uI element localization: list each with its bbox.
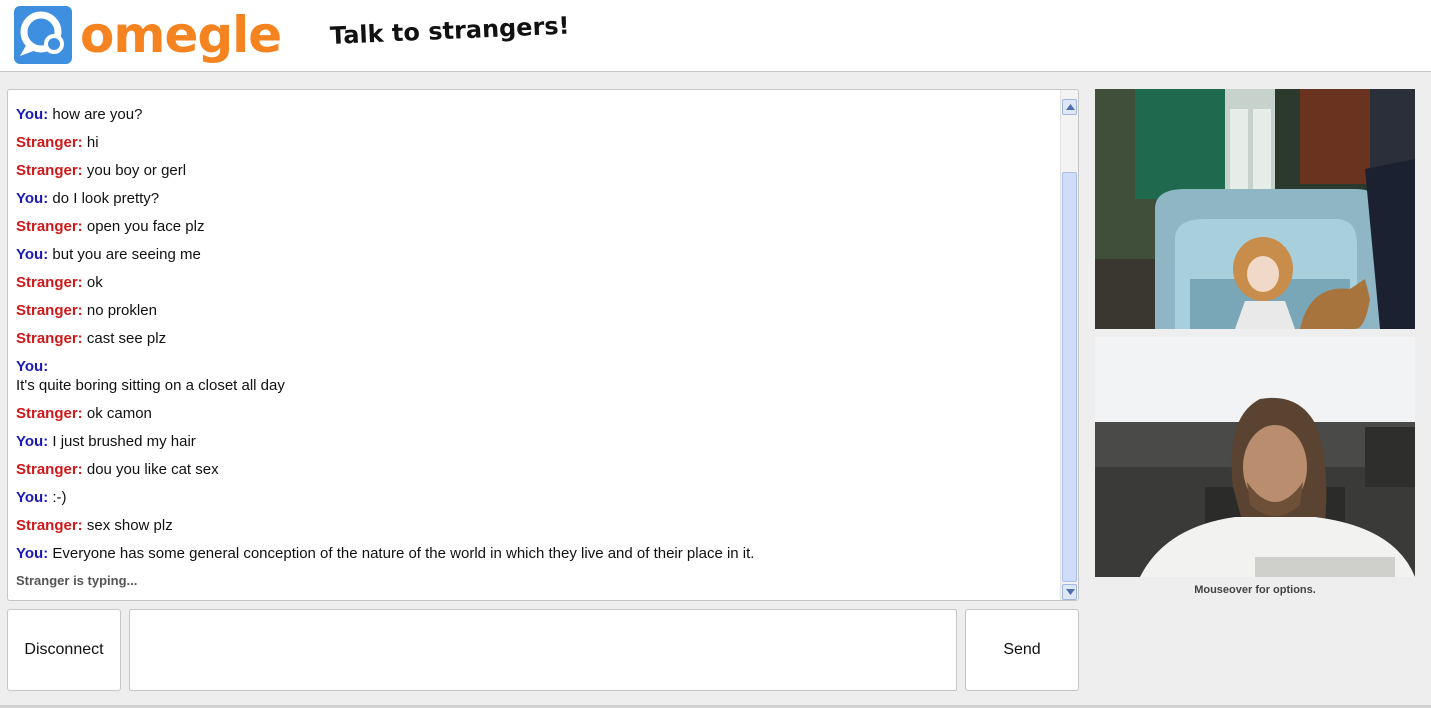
send-button[interactable]: Send	[965, 609, 1079, 691]
disconnect-button[interactable]: Disconnect	[7, 609, 121, 691]
chat-log: You: how are you? Stranger: hi Stranger: y…	[7, 89, 1079, 601]
sender-stranger-label: Stranger:	[16, 405, 83, 422]
chat-message: You: but you are seeing me	[16, 246, 1056, 264]
message-text: Everyone has some general conception of …	[52, 545, 755, 562]
header: omegle Talk to strangers!	[0, 0, 1431, 72]
sender-stranger-label: Stranger:	[16, 162, 83, 179]
message-text: no proklen	[86, 302, 157, 319]
message-text: :-)	[52, 489, 67, 506]
self-video[interactable]	[1095, 337, 1415, 577]
sender-stranger-label: Stranger:	[16, 218, 83, 235]
scroll-up-button[interactable]	[1062, 99, 1077, 115]
chat-message: Stranger: sex show plz	[16, 517, 1056, 535]
chat-message: You: :-)	[16, 489, 1056, 507]
sender-stranger-label: Stranger:	[16, 517, 83, 534]
chat-scrollbar[interactable]	[1060, 90, 1078, 600]
sender-you-label: You:	[16, 545, 49, 562]
message-text: It's quite boring sitting on a closet al…	[16, 377, 285, 394]
message-text: I just brushed my hair	[52, 433, 196, 450]
arrow-up-icon	[1066, 104, 1075, 110]
tagline: Talk to strangers!	[329, 11, 571, 50]
typing-indicator: Stranger is typing...	[16, 573, 138, 588]
chat-message: Stranger: ok camon	[16, 405, 1056, 423]
message-text: sex show plz	[86, 517, 173, 534]
sender-stranger-label: Stranger:	[16, 461, 83, 478]
scroll-down-button[interactable]	[1062, 584, 1077, 600]
sender-you-label: You:	[16, 246, 49, 263]
scroll-thumb[interactable]	[1062, 172, 1077, 582]
arrow-down-icon	[1066, 589, 1075, 595]
sender-you-label: You:	[16, 489, 49, 506]
chat-message: You: I just brushed my hair	[16, 433, 1056, 451]
logo-text: omegle	[80, 6, 282, 64]
sender-stranger-label: Stranger:	[16, 134, 83, 151]
chat-message: You: do I look pretty?	[16, 190, 1056, 208]
omegle-logo-icon	[14, 6, 72, 64]
message-text: ok	[86, 274, 103, 291]
chat-message: Stranger: hi	[16, 134, 1056, 152]
message-text: do I look pretty?	[52, 190, 160, 207]
message-text: hi	[86, 134, 99, 151]
sender-you-label: You:	[16, 106, 49, 123]
chat-message: Stranger: ok	[16, 274, 1056, 292]
chat-message: Stranger: cast see plz	[16, 330, 1056, 348]
message-text: dou you like cat sex	[86, 461, 219, 478]
chat-message: You: how are you?	[16, 106, 1056, 124]
sender-you-label: You:	[16, 433, 49, 450]
message-text: you boy or gerl	[86, 162, 187, 179]
chat-message: Stranger: you boy or gerl	[16, 162, 1056, 180]
sender-stranger-label: Stranger:	[16, 302, 83, 319]
video-options-hint: Mouseover for options.	[1194, 584, 1316, 596]
chat-message: Stranger: dou you like cat sex	[16, 461, 1056, 479]
message-list: You: how are you? Stranger: hi Stranger: y…	[16, 106, 1056, 588]
chat-message: You: Everyone has some general conceptio…	[16, 545, 1056, 563]
stranger-video[interactable]	[1095, 89, 1415, 329]
message-text: ok camon	[86, 405, 152, 422]
message-text: open you face plz	[86, 218, 205, 235]
message-text: but you are seeing me	[52, 246, 201, 263]
message-text: how are you?	[52, 106, 143, 123]
chat-message: Stranger: open you face plz	[16, 218, 1056, 236]
sender-stranger-label: Stranger:	[16, 274, 83, 291]
message-text: cast see plz	[86, 330, 167, 347]
chat-message: Stranger: no proklen	[16, 302, 1056, 320]
sender-you-label: You:	[16, 358, 49, 375]
sender-you-label: You:	[16, 190, 49, 207]
sender-stranger-label: Stranger:	[16, 330, 83, 347]
chat-input[interactable]	[129, 609, 957, 691]
chat-message: You: It's quite boring sitting on a clos…	[16, 358, 1056, 395]
